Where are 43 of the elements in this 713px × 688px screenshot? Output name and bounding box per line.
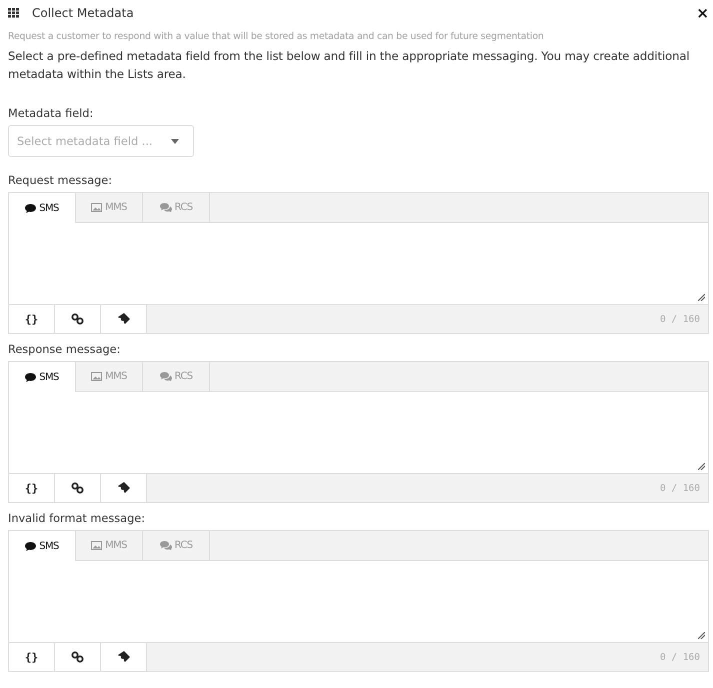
- image-icon: [91, 372, 102, 381]
- resize-handle-icon[interactable]: [698, 632, 705, 639]
- link-icon: [71, 651, 84, 663]
- ticket-button[interactable]: [101, 474, 147, 502]
- link-icon: [71, 313, 84, 325]
- field-label: Metadata field:: [8, 107, 94, 120]
- field-label: Response message:: [8, 343, 122, 356]
- link-button[interactable]: [55, 305, 101, 333]
- ticket-button[interactable]: [101, 643, 147, 671]
- close-button[interactable]: ×: [692, 4, 709, 22]
- field-label: Request message:: [8, 174, 114, 187]
- speech-bubble-icon: [25, 542, 36, 550]
- character-counter: 0 / 160: [660, 314, 701, 324]
- ticket-icon: [118, 651, 130, 663]
- ticket-icon: [118, 313, 130, 325]
- description: Select a pre-defined metadata field from the list below and fill in the appropriate messaging. You may create additional metadata within the Lists area.: [8, 48, 690, 83]
- tab[interactable]: SMS: [9, 362, 76, 392]
- tab[interactable]: SMS: [9, 193, 76, 223]
- window-title: Collect Metadata: [32, 6, 135, 20]
- character-counter: 0 / 160: [660, 482, 701, 494]
- variables-button[interactable]: {}: [9, 474, 55, 502]
- image-icon: [91, 541, 102, 550]
- link-button[interactable]: [55, 643, 101, 671]
- speech-bubble-icon: [25, 372, 36, 382]
- resize-handle-icon[interactable]: [698, 294, 705, 301]
- variables-button[interactable]: {}: [9, 643, 55, 671]
- subtitle: Request a customer to respond with a value that will be stored as metadata and can be used for future segmentation: [8, 31, 545, 42]
- image-icon: [91, 203, 102, 212]
- grid-icon: [8, 8, 20, 18]
- link-icon: [71, 482, 84, 494]
- chat-bubbles-icon: [160, 372, 172, 381]
- speech-bubble-icon: [25, 204, 36, 212]
- link-button[interactable]: [55, 474, 101, 502]
- ticket-button[interactable]: [101, 305, 147, 333]
- chat-bubbles-icon: [160, 203, 172, 212]
- ticket-icon: [118, 482, 130, 494]
- field-label: Invalid format message:: [8, 512, 146, 525]
- caret-icon: [171, 138, 179, 144]
- resize-handle-icon[interactable]: [698, 463, 705, 470]
- variables-button[interactable]: {}: [9, 305, 55, 333]
- chat-bubbles-icon: [160, 541, 172, 550]
- character-counter: 0 / 160: [660, 652, 701, 662]
- tab[interactable]: SMS: [9, 531, 76, 561]
